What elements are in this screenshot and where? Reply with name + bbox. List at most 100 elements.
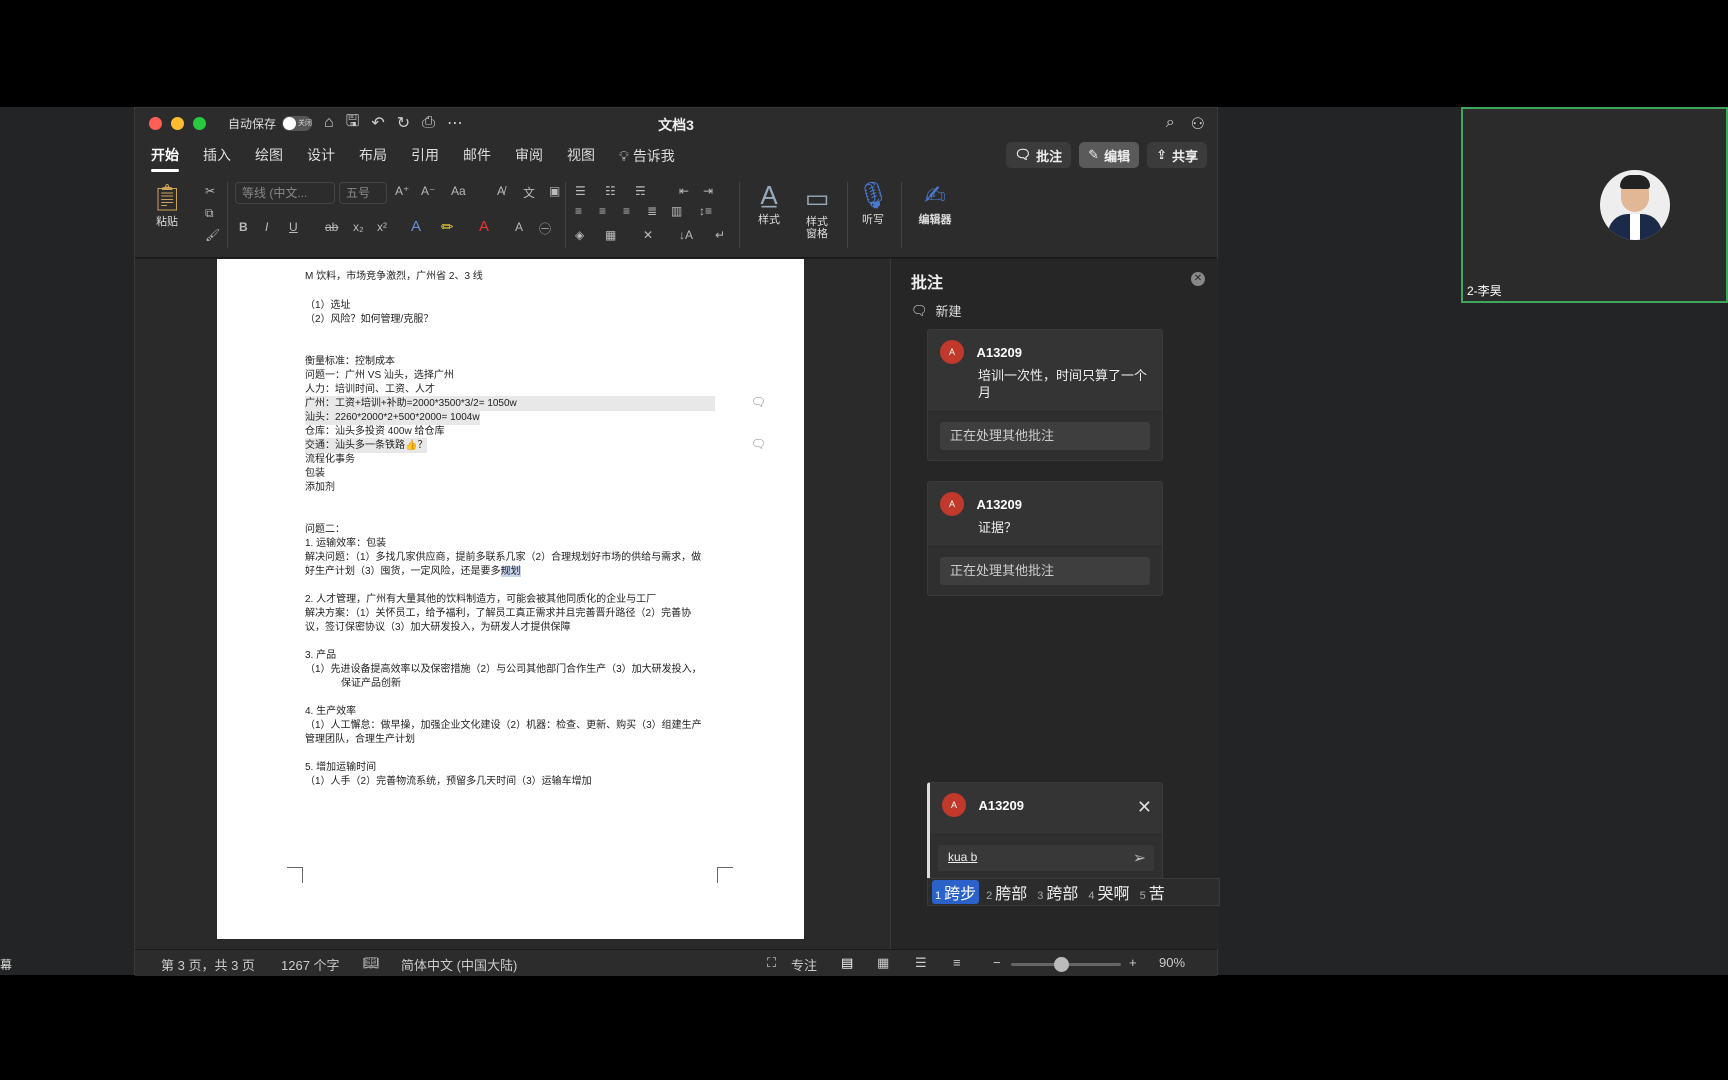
comment-marker-icon[interactable]: 🗨︎ [751,395,766,409]
tab-mailings[interactable]: 邮件 [451,138,503,174]
asian-layout-icon[interactable]: ✕ [643,228,653,242]
shading-icon[interactable]: ◈ [575,228,584,242]
paste-button[interactable]: 📋︎ 粘贴 [147,182,187,229]
document-area[interactable]: M 饮料，市场竞争激烈，广州省 2、3 线 （1）选址 （2）风险？如何管理/克… [135,259,890,949]
grow-font-icon[interactable]: A⁺ [395,184,409,198]
ime-candidate[interactable]: 2 胯部 [983,880,1030,904]
redo-icon[interactable]: ↻ [397,113,410,133]
close-icon[interactable]: ✕ [1137,797,1152,818]
comment-card-active[interactable]: A A13209 ✕ kua b ➢ [927,782,1163,882]
autosave-toggle[interactable]: 关闭 [282,115,313,131]
focus-icon[interactable]: ⛶ [767,955,776,971]
outline-icon[interactable]: ☰ [915,955,927,971]
zoom-level[interactable]: 90% [1159,955,1185,970]
superscript-icon[interactable]: x² [377,220,387,234]
editing-button[interactable]: ✎ 编辑 [1079,142,1140,168]
language-status[interactable]: 简体中文 (中国大陆) [401,955,517,974]
tab-review[interactable]: 审阅 [503,138,555,174]
tab-references[interactable]: 引用 [399,138,451,174]
dictate-button[interactable]: 🎙︎ 听写 [853,180,893,227]
comment-card[interactable]: A A13209 培训一次性，时间只算了一个月 正在处理其他批注 [927,329,1163,461]
comment-card[interactable]: A A13209 证据？ 正在处理其他批注 [927,481,1163,596]
undo-icon[interactable]: ↶ [371,113,384,133]
clear-format-icon[interactable]: A̸ [497,184,505,198]
bold-icon[interactable]: B [239,220,248,234]
distribute-icon[interactable]: ▥ [671,204,682,218]
change-case-icon[interactable]: Aa [451,184,466,198]
tab-design[interactable]: 设计 [295,138,347,174]
copy-icon[interactable]: ⧉ [205,206,214,221]
font-color-icon[interactable]: A [479,218,489,235]
align-right-icon[interactable]: ≡ [623,204,630,218]
numbering-icon[interactable]: ☷ [605,184,616,198]
tab-view[interactable]: 视图 [555,138,607,174]
shrink-font-icon[interactable]: A⁻ [421,184,435,198]
sort-icon[interactable]: ↓A [679,228,693,242]
zoom-out-icon[interactable]: − [993,955,1001,970]
font-name-select[interactable]: 等线 (中文... [235,182,335,204]
increase-indent-icon[interactable]: ⇥ [703,184,713,198]
web-layout-icon[interactable]: ▦ [877,955,889,971]
account-icon[interactable]: ⚇ [1191,114,1205,134]
align-center-icon[interactable]: ≡ [599,204,606,218]
show-marks-icon[interactable]: ↵ [715,228,725,242]
tab-layout[interactable]: 布局 [347,138,399,174]
align-left-icon[interactable]: ≡ [575,204,582,218]
close-pane-button[interactable]: ✕ [1191,272,1205,286]
share-button[interactable]: ⇪ 共享 [1147,142,1207,168]
phonetic-icon[interactable]: 文 [523,184,535,201]
reply-field[interactable]: 正在处理其他批注 [940,557,1150,585]
zoom-slider[interactable] [1011,957,1121,972]
multilevel-list-icon[interactable]: ☴ [635,184,646,198]
page-count[interactable]: 第 3 页，共 3 页 [161,955,255,974]
text-effects-icon[interactable]: A [411,218,421,235]
more-icon[interactable]: ⋯ [447,113,463,133]
bullets-icon[interactable]: ☰ [575,184,586,198]
tab-draw[interactable]: 绘图 [243,138,295,174]
styles-button[interactable]: A̲ 样式 [747,180,791,227]
document-page[interactable]: M 饮料，市场竞争激烈，广州省 2、3 线 （1）选址 （2）风险？如何管理/克… [217,259,804,939]
tab-home[interactable]: 开始 [139,138,191,174]
styles-pane-button[interactable]: ▭ 样式 窗格 [795,180,839,240]
ime-candidate[interactable]: 4 哭啊 [1085,880,1132,904]
tab-insert[interactable]: 插入 [191,138,243,174]
ime-candidate[interactable]: 3 跨部 [1034,880,1081,904]
cut-icon[interactable]: ✂ [205,184,215,198]
enclose-char-icon[interactable]: ㊀ [539,220,551,237]
reply-field[interactable]: 正在处理其他批注 [940,422,1150,450]
decrease-indent-icon[interactable]: ⇤ [679,184,689,198]
zoom-slider-knob[interactable] [1053,957,1069,972]
underline-icon[interactable]: U [289,220,298,234]
proofing-icon[interactable]: 📖︎ [363,955,380,971]
home-icon[interactable]: ⌂ [324,114,334,132]
borders-icon[interactable]: ▦ [605,228,616,242]
word-count[interactable]: 1267 个字 [281,955,340,974]
line-spacing-icon[interactable]: ↕≡ [699,204,712,218]
print-layout-icon[interactable]: ▤ [841,955,853,971]
char-shading-icon[interactable]: A [515,220,523,234]
save-icon[interactable]: 🖫 [346,110,360,137]
char-border-icon[interactable]: ▣ [549,184,560,198]
new-comment-button[interactable]: 🗨︎ 新建 [911,301,962,320]
strikethrough-icon[interactable]: ab [325,220,338,234]
focus-label[interactable]: 专注 [791,955,817,974]
comment-marker-icon[interactable]: 🗨︎ [751,437,766,451]
ime-candidate[interactable]: 5苦 [1137,880,1168,904]
close-window-button[interactable] [149,116,162,130]
font-size-select[interactable]: 五号 [339,182,387,204]
highlight-icon[interactable]: ✏︎ [441,218,454,236]
send-icon[interactable]: ➢ [1133,848,1146,868]
search-icon[interactable]: ⌕ [1166,114,1175,134]
comments-button[interactable]: 🗨︎ 批注 [1005,142,1072,168]
autosave-control[interactable]: 自动保存 关闭 [228,115,313,132]
comment-input[interactable]: kua b ➢ [938,845,1154,871]
italic-icon[interactable]: I [265,220,268,234]
print-icon[interactable]: ⎙ [422,114,435,132]
subscript-icon[interactable]: x₂ [353,220,364,234]
editor-button[interactable]: ✍︎ 编辑器 [907,180,963,227]
draft-icon[interactable]: ≡ [953,955,961,970]
zoom-window-button[interactable] [193,116,206,130]
format-painter-icon[interactable]: 🖌︎ [205,228,220,242]
zoom-in-icon[interactable]: + [1129,955,1137,970]
minimize-window-button[interactable] [171,116,184,130]
